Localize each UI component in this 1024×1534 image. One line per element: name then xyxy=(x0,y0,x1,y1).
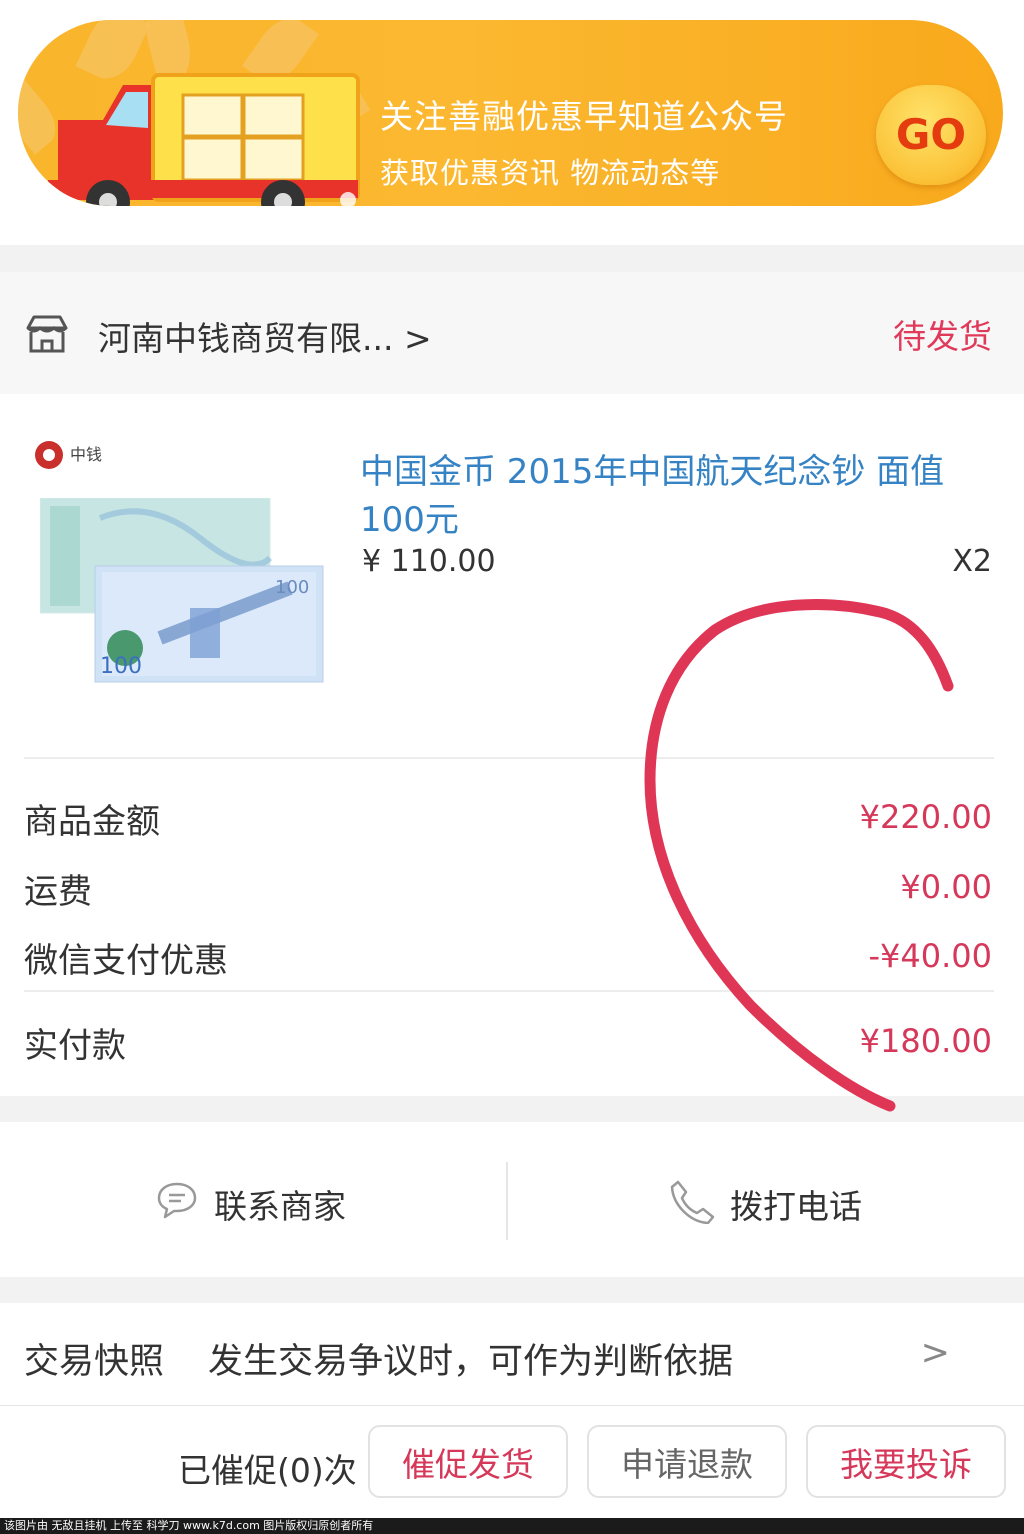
contact-seller-label: 联系商家 xyxy=(214,1187,346,1226)
total-label: 实付款 xyxy=(24,1026,126,1066)
urge-shipping-button[interactable]: 催促发货 xyxy=(368,1425,568,1498)
chevron-right-icon: > xyxy=(920,1333,950,1373)
trade-snapshot-row[interactable]: 交易快照 发生交易争议时，可作为判断依据 > xyxy=(0,1303,1024,1413)
svg-text:中钱: 中钱 xyxy=(70,445,102,464)
brand-logo: 中钱 xyxy=(32,438,132,476)
svg-text:100: 100 xyxy=(100,654,142,679)
contact-seller-button[interactable]: 联系商家 xyxy=(0,1122,512,1277)
product-quantity: X2 xyxy=(952,544,992,579)
product-price: ¥ 110.00 xyxy=(362,544,496,579)
summary-value-shipping: ¥0.00 xyxy=(900,868,992,906)
summary-label-shipping: 运费 xyxy=(24,872,92,912)
promo-banner-area: 关注善融优惠早知道公众号 获取优惠资讯 物流动态等 GO xyxy=(0,0,1024,245)
request-refund-button[interactable]: 申请退款 xyxy=(587,1425,787,1498)
call-phone-label: 拨打电话 xyxy=(730,1187,862,1226)
product-title[interactable]: 中国金币 2015年中国航天纪念钞 面值100元 xyxy=(360,448,980,544)
product-image[interactable]: 100 100 xyxy=(40,498,325,688)
banner-subtitle: 获取优惠资讯 物流动态等 xyxy=(380,156,721,190)
order-card: 中钱 100 100 中国金币 2015年中国航天纪念钞 面值100元 ¥ 11… xyxy=(0,394,1024,1096)
watermark: 该图片由 无敌且挂机 上传至 科学刀 www.k7d.com 图片版权归原创者所… xyxy=(0,1518,1024,1534)
summary-label-discount: 微信支付优惠 xyxy=(24,941,228,981)
store-icon xyxy=(26,315,68,353)
bottom-action-bar: 已催促(0)次 催促发货 申请退款 我要投诉 xyxy=(0,1405,1024,1519)
call-phone-button[interactable]: 拨打电话 xyxy=(512,1122,1024,1277)
summary-value-goods: ¥220.00 xyxy=(859,798,992,836)
complain-button[interactable]: 我要投诉 xyxy=(806,1425,1006,1498)
divider xyxy=(24,990,994,992)
divider xyxy=(506,1162,508,1240)
svg-text:100: 100 xyxy=(275,577,309,598)
go-button[interactable]: GO xyxy=(876,85,986,185)
summary-value-discount: -¥40.00 xyxy=(868,937,992,975)
shop-name-link[interactable]: 河南中钱商贸有限... > xyxy=(98,312,432,360)
chat-icon xyxy=(157,1182,197,1219)
contact-actions: 联系商家 拨打电话 xyxy=(0,1122,1024,1277)
banner-title: 关注善融优惠早知道公众号 xyxy=(380,97,788,136)
truck-icon xyxy=(48,73,360,206)
snapshot-description: 发生交易争议时，可作为判断依据 xyxy=(208,1342,734,1382)
urge-count-text: 已催促(0)次 xyxy=(178,1451,357,1490)
order-status: 待发货 xyxy=(893,317,992,356)
total-value: ¥180.00 xyxy=(859,1022,992,1060)
shop-header[interactable]: 河南中钱商贸有限... > 待发货 xyxy=(0,272,1024,394)
divider xyxy=(24,757,994,759)
snapshot-label: 交易快照 xyxy=(24,1342,165,1382)
promo-banner[interactable]: 关注善融优惠早知道公众号 获取优惠资讯 物流动态等 GO xyxy=(18,20,1003,206)
phone-icon xyxy=(670,1180,715,1224)
summary-label-goods: 商品金额 xyxy=(24,802,160,842)
